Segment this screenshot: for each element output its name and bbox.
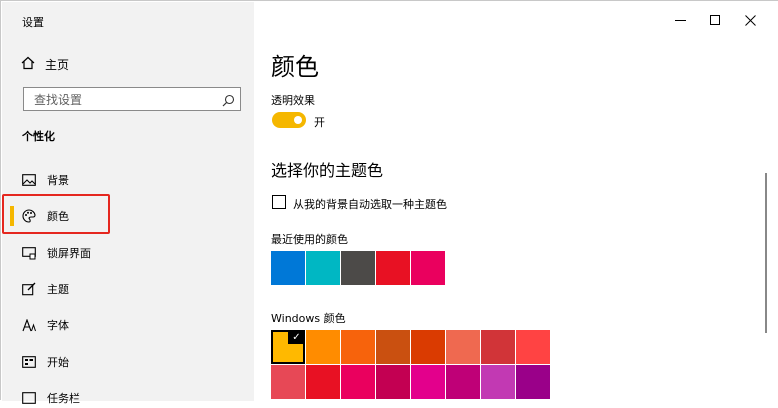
- home-icon: [21, 56, 35, 73]
- color-swatch[interactable]: [446, 330, 480, 364]
- page-title: 颜色: [271, 53, 319, 81]
- color-swatch[interactable]: [341, 365, 375, 399]
- windows-colors-label: Windows 颜色: [271, 312, 346, 325]
- sidebar-item-background[interactable]: 背景: [21, 170, 69, 190]
- image-icon: [21, 172, 37, 188]
- color-swatch[interactable]: [271, 251, 305, 285]
- lock-screen-icon: [21, 245, 37, 261]
- transparency-toggle[interactable]: [272, 112, 306, 128]
- check-icon: ✓: [288, 330, 305, 344]
- transparency-state: 开: [314, 116, 325, 129]
- theme-icon: [21, 281, 37, 297]
- search-box[interactable]: [23, 87, 241, 111]
- color-swatch[interactable]: [306, 330, 340, 364]
- color-swatch[interactable]: [341, 251, 375, 285]
- sidebar-item-label: 主题: [47, 283, 69, 296]
- sidebar-item-label: 字体: [47, 319, 69, 332]
- sidebar-item-label: 开始: [47, 356, 69, 369]
- scrollbar[interactable]: [765, 173, 767, 333]
- close-icon: [744, 14, 756, 26]
- annotation-highlight-box: [2, 194, 110, 234]
- recent-colors-label: 最近使用的颜色: [271, 233, 348, 246]
- sidebar-item-label: 锁屏界面: [47, 247, 91, 260]
- color-swatch[interactable]: [481, 365, 515, 399]
- color-swatch[interactable]: [411, 330, 445, 364]
- sidebar-item-label: 任务栏: [47, 392, 80, 405]
- sidebar-item-start[interactable]: 开始: [21, 352, 69, 372]
- color-swatch[interactable]: [271, 365, 305, 399]
- accent-heading: 选择你的主题色: [271, 161, 384, 180]
- color-swatch[interactable]: [411, 365, 445, 399]
- window-title: 设置: [22, 16, 44, 29]
- close-button[interactable]: [735, 9, 765, 31]
- taskbar-icon: [21, 390, 37, 406]
- settings-window: 设置 主页 个性化 背景 颜色: [0, 0, 778, 405]
- auto-pick-label: 从我的背景自动选取一种主题色: [293, 198, 447, 211]
- color-swatch[interactable]: [376, 330, 410, 364]
- minimize-icon: [674, 19, 686, 21]
- sidebar-item-themes[interactable]: 主题: [21, 279, 69, 299]
- search-icon[interactable]: [222, 92, 235, 111]
- color-swatch[interactable]: [376, 365, 410, 399]
- windows-colors-row-2: [271, 365, 550, 399]
- color-swatch[interactable]: [446, 365, 480, 399]
- auto-pick-checkbox[interactable]: [272, 195, 286, 209]
- start-icon: [21, 354, 37, 370]
- search-input[interactable]: [32, 89, 226, 111]
- color-swatch[interactable]: [341, 330, 375, 364]
- recent-colors-row: [271, 251, 445, 285]
- color-swatch[interactable]: ✓: [271, 330, 305, 364]
- sidebar-item-lock-screen[interactable]: 锁屏界面: [21, 243, 91, 263]
- color-swatch[interactable]: [516, 330, 550, 364]
- color-swatch[interactable]: [516, 365, 550, 399]
- maximize-button[interactable]: [700, 9, 730, 31]
- font-icon: [21, 317, 37, 333]
- color-swatch[interactable]: [481, 330, 515, 364]
- sidebar: 设置 主页 个性化 背景 颜色: [2, 2, 254, 405]
- nav-home-label: 主页: [45, 58, 70, 72]
- color-swatch[interactable]: [306, 365, 340, 399]
- minimize-button[interactable]: [665, 9, 695, 31]
- section-heading: 个性化: [22, 130, 55, 143]
- color-swatch[interactable]: [376, 251, 410, 285]
- sidebar-item-taskbar[interactable]: 任务栏: [21, 388, 80, 408]
- maximize-icon: [709, 14, 720, 25]
- color-swatch[interactable]: [411, 251, 445, 285]
- sidebar-item-label: 背景: [47, 174, 69, 187]
- color-swatch[interactable]: [306, 251, 340, 285]
- sidebar-item-fonts[interactable]: 字体: [21, 315, 69, 335]
- toggle-knob: [294, 116, 302, 124]
- windows-colors-row-1: ✓: [271, 330, 550, 364]
- nav-home[interactable]: 主页: [21, 56, 69, 73]
- transparency-label: 透明效果: [271, 94, 315, 107]
